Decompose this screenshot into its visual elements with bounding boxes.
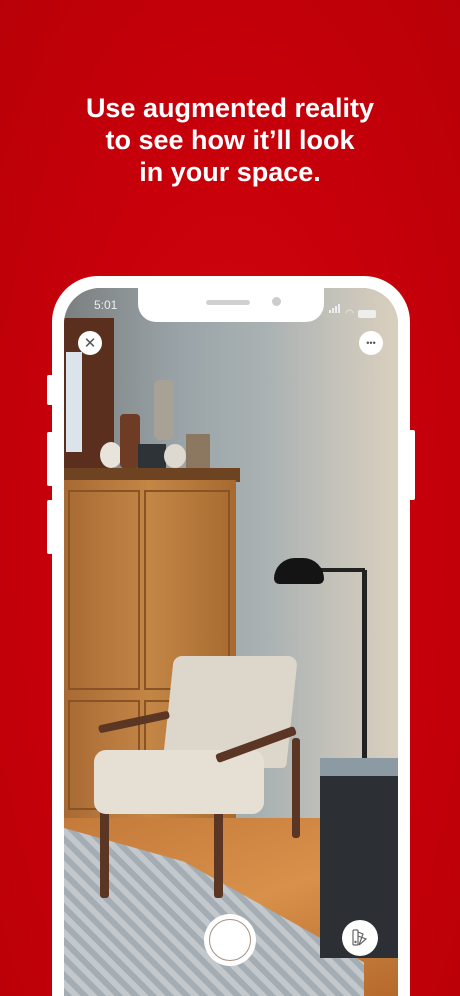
ar-camera-view[interactable]: 5:01 ◠ ✕ ••• <box>64 288 398 996</box>
headline-line: in your space. <box>139 157 321 187</box>
armchair-seat[interactable] <box>94 750 264 814</box>
more-options-button[interactable]: ••• <box>359 331 383 355</box>
shutter-icon <box>209 919 251 961</box>
promo-screen: Use augmented reality to see how it’ll l… <box>0 0 460 996</box>
capture-button[interactable] <box>204 914 256 966</box>
color-swatch-icon <box>352 929 368 946</box>
vase <box>164 444 186 468</box>
cabinet-door <box>68 490 140 690</box>
signal-icon <box>329 300 341 318</box>
vase <box>120 414 140 468</box>
headline-line: Use augmented reality <box>85 93 375 123</box>
more-icon: ••• <box>366 338 376 348</box>
box <box>138 444 166 468</box>
vase <box>154 380 174 440</box>
decor <box>186 434 210 468</box>
window-pane <box>66 352 82 452</box>
vase <box>100 442 122 468</box>
floor-lamp-arm <box>319 568 365 572</box>
headline-line: to see how it’ll look <box>105 125 355 155</box>
close-button[interactable]: ✕ <box>78 331 102 355</box>
status-icons: ◠ <box>329 300 376 319</box>
floor-lamp-shade <box>274 558 324 584</box>
wifi-icon: ◠ <box>345 308 354 319</box>
battery-icon <box>358 310 376 318</box>
color-swatch-button[interactable] <box>342 920 378 956</box>
headline: Use augmented reality to see how it’ll l… <box>0 92 460 188</box>
front-camera <box>272 297 281 306</box>
status-time: 5:01 <box>94 298 118 312</box>
chair-leg <box>292 738 300 838</box>
close-icon: ✕ <box>83 335 97 352</box>
phone-notch <box>138 288 324 322</box>
phone-speaker <box>206 300 250 305</box>
